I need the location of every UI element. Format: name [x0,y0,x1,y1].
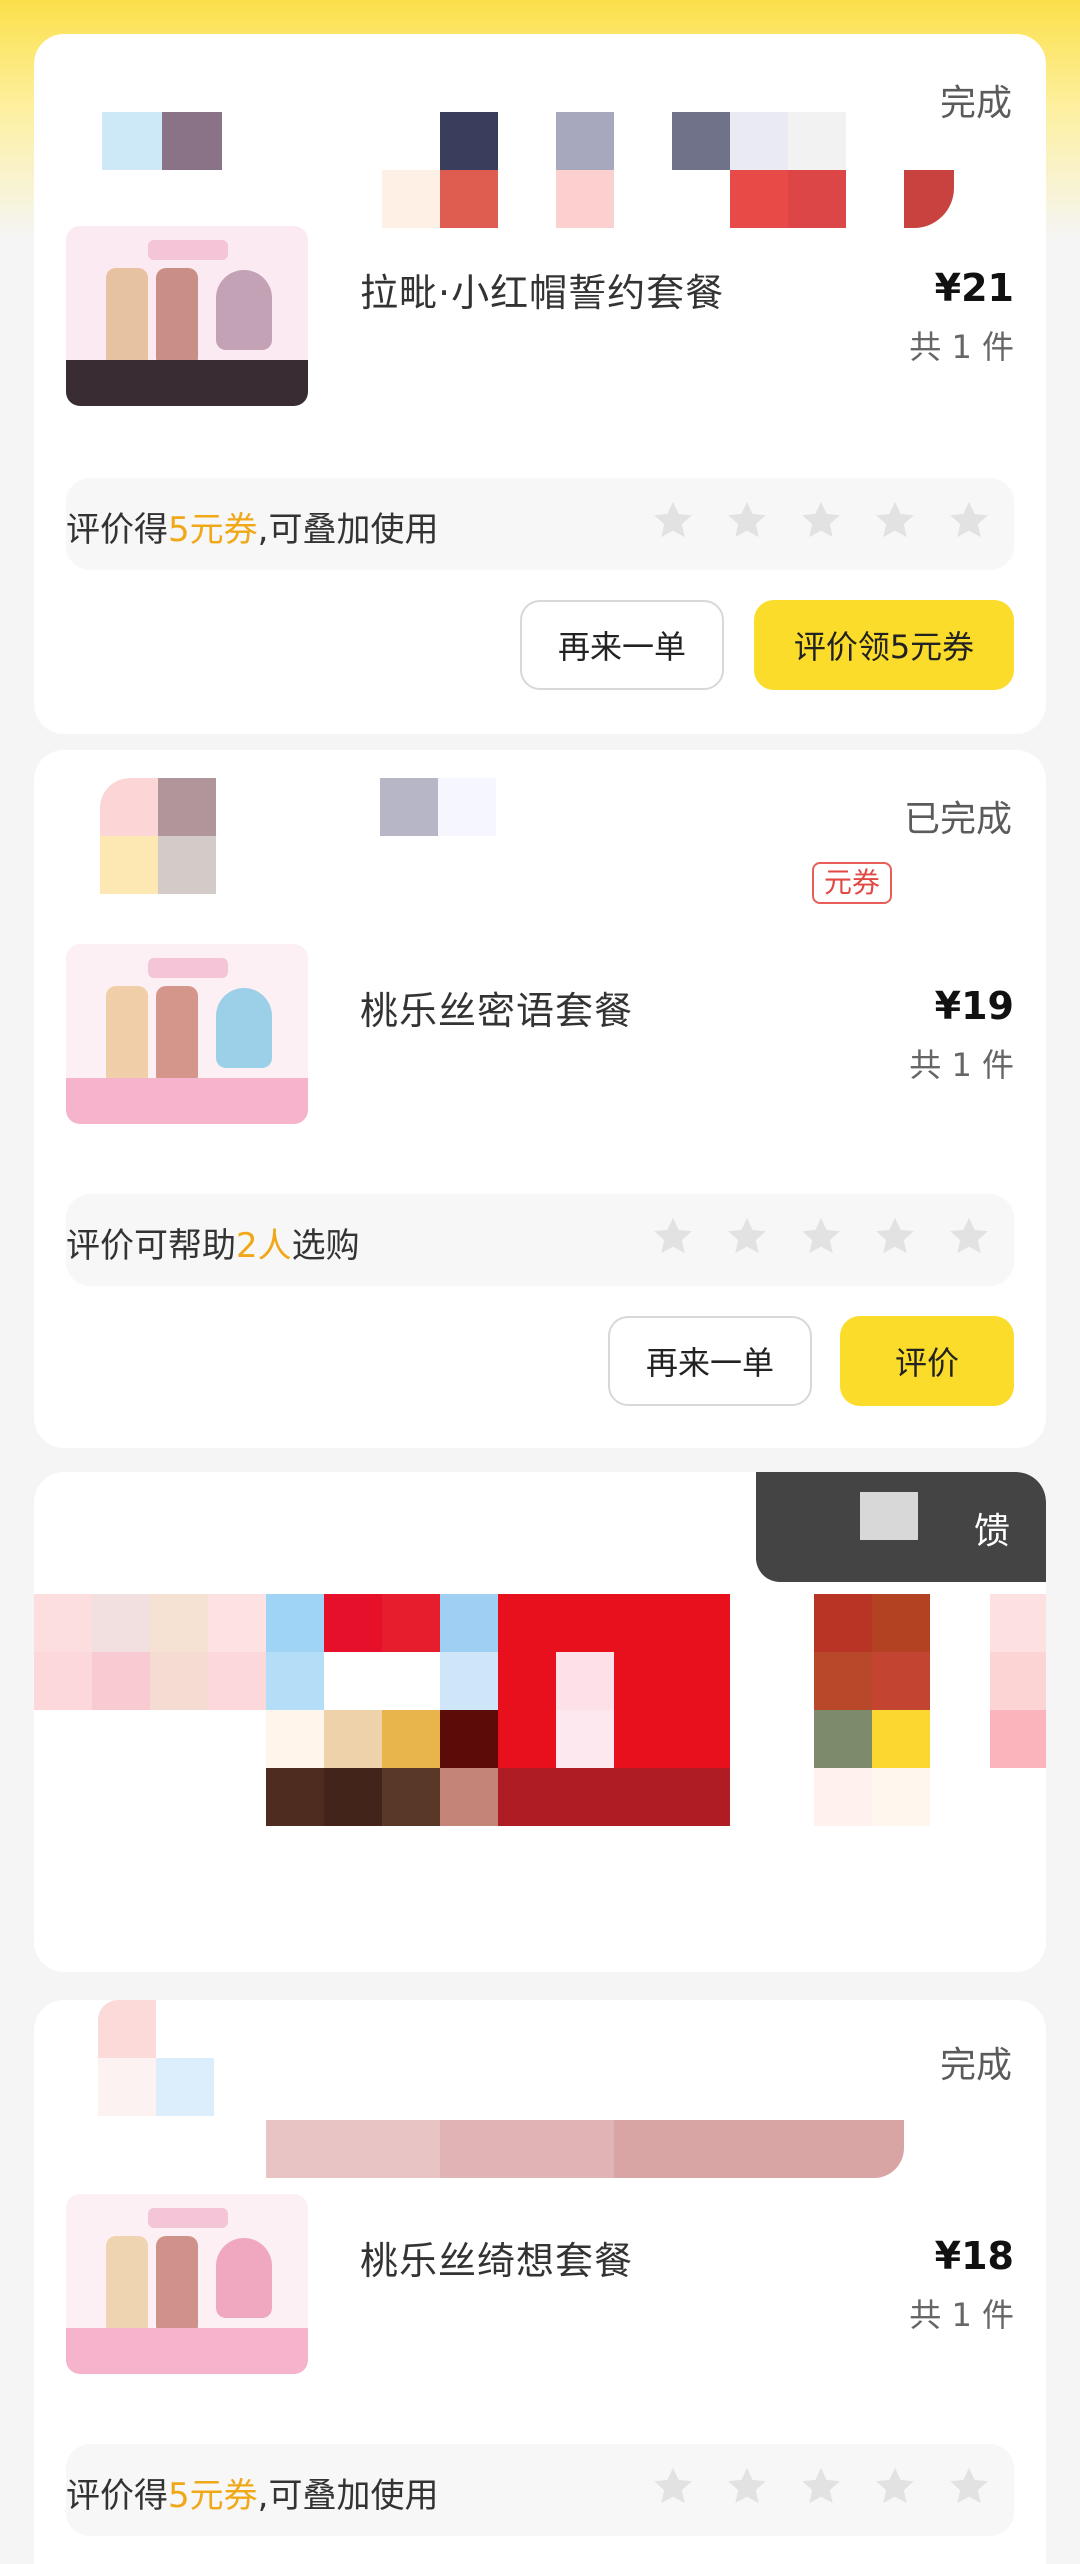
product-quantity: 共 1 件 [909,2296,1014,2334]
product-price: ¥21 [934,266,1014,310]
reorder-button[interactable]: 再来一单 [608,1316,812,1406]
review-highlight: 5元券 [168,2476,258,2516]
shop-header-obscured[interactable] [66,778,906,938]
star-icon[interactable] [798,498,844,544]
shop-header-obscured[interactable] [66,2000,906,2178]
star-icon[interactable] [724,498,770,544]
product-name: 拉毗·小红帽誓约套餐 [360,271,725,315]
star-icon[interactable] [946,498,992,544]
rating-stars[interactable] [650,2464,992,2510]
order-status: 完成 [939,83,1012,124]
feedback-label: 馈 [973,1511,1010,1552]
rating-stars[interactable] [650,1214,992,1260]
order-card[interactable]: 已完成 元券 桃乐丝密语套餐 ¥19 共 1 件 评价可帮助2人选购 再来一单 … [34,750,1046,1448]
review-prompt-text: 评价得5元券,可叠加使用 [66,510,439,550]
star-icon[interactable] [798,2464,844,2510]
obscured-banner-card[interactable]: 馈 [34,1472,1046,1972]
product-row[interactable]: 拉毗·小红帽誓约套餐 ¥21 共 1 件 [66,226,1014,426]
coupon-tag: 元券 [811,862,892,904]
star-icon[interactable] [946,1214,992,1260]
reorder-button[interactable]: 再来一单 [520,600,724,690]
review-prompt-bar[interactable]: 评价可帮助2人选购 [66,1194,1014,1286]
product-row[interactable]: 桃乐丝密语套餐 ¥19 共 1 件 [66,944,1014,1144]
product-row[interactable]: 桃乐丝绮想套餐 ¥18 共 1 件 [66,2194,1014,2394]
rating-stars[interactable] [650,498,992,544]
review-highlight: 5元券 [168,510,258,550]
star-icon[interactable] [650,1214,696,1260]
star-icon[interactable] [798,1214,844,1260]
product-thumbnail[interactable] [66,226,308,406]
star-icon[interactable] [872,1214,918,1260]
product-quantity: 共 1 件 [909,1046,1014,1084]
product-quantity: 共 1 件 [909,328,1014,366]
review-highlight: 2人 [236,1226,292,1266]
star-icon[interactable] [946,2464,992,2510]
banner-mosaic[interactable] [34,1594,1046,1834]
order-status: 完成 [939,2045,1012,2086]
star-icon[interactable] [650,2464,696,2510]
star-icon[interactable] [724,1214,770,1260]
review-prompt-bar[interactable]: 评价得5元券,可叠加使用 [66,2444,1014,2536]
order-card[interactable]: 完成 桃乐丝绮想套餐 ¥18 共 1 件 评价得5元券,可叠加使用 [34,2000,1046,2564]
product-name: 桃乐丝密语套餐 [360,989,634,1033]
review-prompt-text: 评价可帮助2人选购 [66,1226,360,1266]
product-price: ¥18 [934,2234,1014,2278]
star-icon[interactable] [650,498,696,544]
star-icon[interactable] [872,498,918,544]
feedback-button[interactable]: 馈 [756,1472,1046,1582]
product-name: 桃乐丝绮想套餐 [360,2239,634,2283]
review-prompt-text: 评价得5元券,可叠加使用 [66,2476,439,2516]
order-status: 已完成 [903,799,1012,840]
review-coupon-button[interactable]: 评价领5元券 [754,600,1014,690]
review-button[interactable]: 评价 [840,1316,1014,1406]
star-icon[interactable] [724,2464,770,2510]
order-card[interactable]: 完成 拉毗·小红帽誓约套餐 ¥21 共 1 件 评价得5元券,可叠加使用 再来一… [34,34,1046,734]
product-thumbnail[interactable] [66,944,308,1124]
shop-header-obscured[interactable] [66,76,954,236]
product-price: ¥19 [934,984,1014,1028]
product-thumbnail[interactable] [66,2194,308,2374]
star-icon[interactable] [872,2464,918,2510]
review-prompt-bar[interactable]: 评价得5元券,可叠加使用 [66,478,1014,570]
